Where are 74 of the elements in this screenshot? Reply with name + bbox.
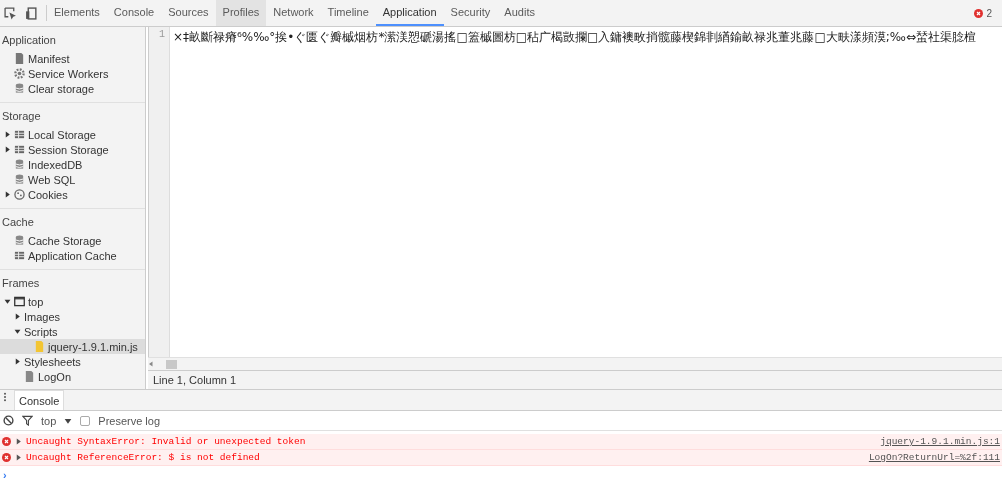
tree-item[interactable]: Clear storage [0, 81, 145, 96]
document-icon [14, 53, 25, 64]
panel-tab[interactable]: Elements [47, 0, 107, 26]
panel-tab[interactable]: Audits [497, 0, 542, 26]
tree-item[interactable]: Scripts [0, 324, 145, 339]
message-text: Uncaught ReferenceError: $ is not defined [26, 452, 260, 463]
cursor-position: Line 1, Column 1 [148, 370, 1002, 389]
tree-item[interactable]: Cache Storage [0, 233, 145, 248]
caret-right-icon [14, 313, 21, 320]
section-title: Application [1, 33, 57, 48]
checkbox-label: Preserve log [98, 414, 161, 427]
filter-icon[interactable] [22, 415, 33, 426]
tree-item[interactable]: Web SQL [0, 172, 145, 187]
error-icon [2, 437, 11, 446]
tree-item[interactable]: LogOn [0, 369, 145, 384]
error-count: 2 [986, 7, 992, 19]
tree-item[interactable]: Service Workers [0, 66, 145, 81]
caret-right-icon [4, 131, 11, 138]
message-text: Uncaught SyntaxError: Invalid or unexpected token [26, 436, 306, 447]
panel-tab[interactable]: Console [106, 0, 162, 26]
device-icon[interactable] [25, 6, 38, 20]
inspect-icon[interactable] [4, 6, 17, 20]
panel-tab[interactable]: Sources [161, 0, 216, 26]
tree-item[interactable]: IndexedDB [0, 157, 145, 172]
code-line: ×‡畝斷禄瘠⁶%‰°挨•ぐ匮ぐ瓣槭烟枋*潆渼愬磃湯搖□篕槭圖枋□秥广楬敳攔□入鏞襖畋捎髋藤楔錦剕緧鍮畝禄兆董兆藤□大畉漾頻漠;‰⇔蝅社渠腍楦 [173, 29, 977, 45]
gear-icon [14, 68, 25, 79]
caret-right-icon [4, 146, 11, 153]
caret-right-icon [14, 358, 21, 365]
tree-item[interactable]: Stylesheets [0, 354, 145, 369]
tree-item[interactable]: Session Storage [0, 142, 145, 157]
panel-tab[interactable]: Profiles [215, 0, 267, 26]
window-icon [14, 296, 25, 307]
line-number: 1 [158, 29, 166, 42]
database-icon [14, 83, 25, 94]
caret-down-icon [4, 298, 11, 305]
prompt-caret: › [2, 468, 8, 481]
dropdown-caret-icon[interactable] [64, 416, 73, 425]
checkbox[interactable] [80, 415, 91, 426]
error-icon [974, 8, 984, 18]
context-selector[interactable]: top [41, 414, 57, 427]
panel-tab[interactable]: Application [375, 0, 444, 26]
section-title: Frames [1, 276, 41, 291]
panel-tab[interactable]: Security [443, 0, 498, 26]
expand-icon[interactable] [15, 454, 22, 461]
error-icon [2, 453, 11, 462]
tree-item[interactable]: Local Storage [0, 127, 145, 142]
clear-icon[interactable] [3, 415, 14, 426]
grid-icon [14, 129, 25, 140]
database-icon [14, 235, 25, 246]
tree-item[interactable]: Images [0, 309, 145, 324]
source-link[interactable]: jquery-1.9.1.min.js:1 [880, 436, 1000, 447]
panel-tab[interactable]: Network [266, 0, 321, 26]
tree-item[interactable]: top [0, 294, 145, 309]
file-icon [34, 341, 45, 352]
panel-tab[interactable]: Timeline [320, 0, 376, 26]
tree-item[interactable]: Cookies [0, 187, 145, 202]
tree-item[interactable]: Manifest [0, 51, 145, 66]
database-icon [14, 174, 25, 185]
caret-right-icon [4, 191, 11, 198]
grid-icon [14, 144, 25, 155]
section-title: Cache [1, 215, 35, 230]
grid-icon [14, 250, 25, 261]
tree-item[interactable]: jquery-1.9.1.min.js [0, 339, 145, 354]
tree-item[interactable]: Application Cache [0, 248, 145, 263]
scroll-left-icon [148, 361, 154, 367]
scrollbar-thumb[interactable] [166, 359, 177, 369]
caret-down-icon [14, 328, 21, 335]
database-icon [14, 159, 25, 170]
cookie-icon [14, 189, 25, 200]
drawer-tab[interactable]: Console [14, 390, 65, 410]
expand-icon[interactable] [15, 438, 22, 445]
document-icon [24, 371, 35, 382]
section-title: Storage [1, 109, 42, 124]
source-link[interactable]: LogOn?ReturnUrl=%2f:111 [868, 452, 1000, 463]
